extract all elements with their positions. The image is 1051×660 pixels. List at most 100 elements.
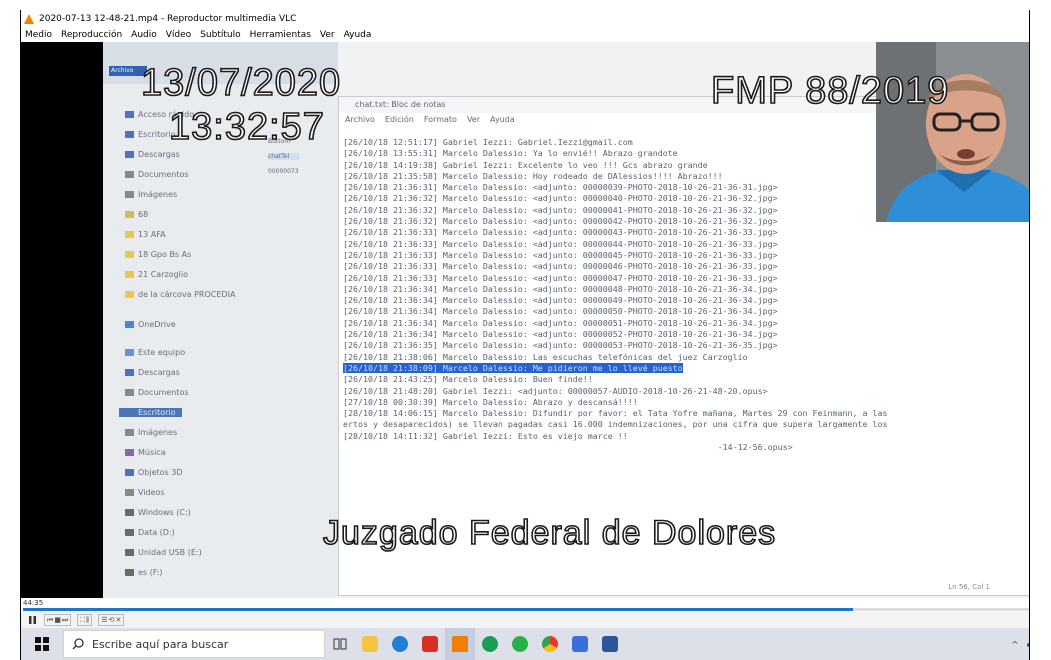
chat-row: [26/10/18 21:36:33] Marcelo Dalessio: <a… (343, 261, 1029, 272)
explorer-nav-label: de la cárcova PROCEDIA (138, 290, 236, 299)
taskbar-word[interactable] (595, 628, 625, 660)
chat-row: [26/10/18 21:36:34] Marcelo Dalessio: <a… (343, 295, 1029, 306)
elapsed-time: 44:35 (23, 599, 44, 607)
np-menu-formato: Formato (423, 115, 457, 124)
chat-row: [26/10/18 21:36:34] Marcelo Dalessio: <a… (343, 306, 1029, 317)
folder-icon (125, 321, 134, 328)
menu-audio[interactable]: Audio (131, 30, 157, 40)
explorer-nav-item: Documentos (125, 170, 189, 179)
overlay-time: 13:32:57 (168, 105, 325, 149)
pause-button[interactable] (27, 614, 38, 626)
task-view-button[interactable] (325, 628, 355, 660)
chat-line: [28/10/18 14:06:15] Marcelo Dalessio: Di… (343, 408, 888, 419)
chat-line: [26/10/18 21:36:32] Marcelo Dalessio: <a… (343, 216, 778, 227)
taskbar-vlc[interactable] (445, 628, 475, 660)
explorer-nav-label: 21 Carzoglio (138, 270, 189, 279)
blue-app-icon (572, 636, 588, 652)
menu-medio[interactable]: Medio (25, 30, 52, 40)
battery-icon[interactable]: ▬ (1026, 640, 1029, 649)
taskbar-edge[interactable] (385, 628, 415, 660)
fullscreen-button[interactable]: ⛶ (80, 616, 85, 625)
explorer-nav-label: Videos (138, 488, 165, 497)
explorer-nav-label: Objetos 3D (138, 468, 183, 477)
search-icon (72, 638, 84, 650)
chat-line: [26/10/18 21:36:34] Marcelo Dalessio: <a… (343, 306, 778, 317)
explorer-nav-label: Descargas (138, 150, 180, 159)
explorer-nav-item: 13 AFA (125, 230, 166, 239)
explorer-nav-label: 13 AFA (138, 230, 166, 239)
folder-icon (125, 469, 134, 476)
vlc-window: 2020-07-13 12-48-21.mp4 - Reproductor mu… (20, 10, 1030, 660)
chat-row: [28/10/18 14:06:15] Marcelo Dalessio: Di… (343, 408, 1029, 419)
menu-subtitulo[interactable]: Subtítulo (200, 30, 240, 40)
chat-line: [26/10/18 21:43:25] Marcelo Dalessio: Bu… (343, 374, 593, 385)
chat-line: [26/10/18 12:51:17] Gabriel Iezzi: Gabri… (343, 137, 633, 147)
video-area[interactable]: Archivo Acceso rápido Escritorio Descargas… (21, 42, 1029, 598)
chat-row: [27/10/18 00:30:39] Marcelo Dalessio: Ab… (343, 396, 1029, 408)
view-group: ⛶ ⫼ (77, 614, 93, 626)
chat-line: [26/10/18 21:36:33] Marcelo Dalessio: <a… (343, 272, 778, 283)
chat-row: -14-12-56.opus> (343, 442, 1029, 453)
chat-line: [28/10/18 14:11:32] Gabriel Iezzi: Esto … (343, 430, 628, 441)
next-button[interactable]: ⏭ (62, 616, 68, 625)
chat-line: [26/10/18 21:36:34] Marcelo Dalessio: <a… (343, 317, 778, 328)
taskbar-chrome[interactable] (535, 628, 565, 660)
taskbar-acrobat[interactable] (415, 628, 445, 660)
start-button[interactable] (21, 628, 63, 660)
extended-settings-button[interactable]: ⫼ (86, 616, 89, 625)
explorer-nav-item: Escritorio (119, 408, 182, 417)
taskbar-whatsapp[interactable] (505, 628, 535, 660)
menu-ayuda[interactable]: Ayuda (344, 30, 372, 40)
taskbar-file-explorer[interactable] (355, 628, 385, 660)
menu-herramientas[interactable]: Herramientas (250, 30, 311, 40)
folder-icon (125, 271, 134, 278)
explorer-nav-label: Unidad USB (E:) (138, 548, 202, 557)
chevron-up-icon[interactable]: ^ (1012, 640, 1019, 649)
seek-bar[interactable]: 44:35 (21, 598, 1029, 612)
chat-line: [26/10/18 21:36:34] Marcelo Dalessio: <a… (343, 329, 778, 340)
explorer-nav-item: 21 Carzoglio (125, 270, 188, 279)
menu-ver[interactable]: Ver (320, 30, 335, 40)
chat-line: [26/10/18 21:48:20] Gabriel Iezzi: <adju… (343, 385, 768, 396)
taskbar-search[interactable]: Escribe aquí para buscar (63, 630, 325, 658)
chat-line: ertos y desaparecidos) se llevan pagadas… (343, 419, 888, 430)
folder-icon (125, 349, 134, 356)
folder-icon (125, 251, 134, 258)
menu-reproduccion[interactable]: Reproducción (61, 30, 122, 40)
folder-icon (125, 291, 134, 298)
chat-row: [26/10/18 21:38:09] Marcelo Dalessio: Me… (343, 362, 1029, 374)
chat-row: [26/10/18 21:36:33] Marcelo Dalessio: <a… (343, 227, 1029, 238)
taskbar-app-green[interactable] (475, 628, 505, 660)
loop-button[interactable]: ⟲ (109, 616, 115, 624)
taskbar-app-blue[interactable] (565, 628, 595, 660)
explorer-nav-item: Windows (C:) (125, 508, 191, 517)
previous-button[interactable]: ⏮ (47, 616, 53, 625)
chat-line: [26/10/18 21:36:32] Marcelo Dalessio: <a… (343, 204, 778, 215)
explorer-nav-label: Música (138, 448, 166, 457)
system-tray: ^ ▬ E (1012, 628, 1029, 660)
explorer-nav-item: de la cárcova PROCEDIA (125, 290, 235, 299)
pdf-icon (422, 636, 438, 652)
folder-icon (125, 529, 134, 536)
explorer-nav-item: OneDrive (125, 320, 176, 329)
chat-line: [27/10/18 00:30:39] Marcelo Dalessio: Ab… (343, 396, 638, 407)
np-menu-ver: Ver (466, 115, 481, 124)
chat-row: [26/10/18 21:36:35] Marcelo Dalessio: <a… (343, 340, 1029, 351)
chat-row: [26/10/18 21:36:33] Marcelo Dalessio: <a… (343, 272, 1029, 284)
playback-nav-group: ⏮ ■ ⏭ (44, 614, 72, 626)
menu-video[interactable]: Vídeo (166, 30, 191, 40)
np-menu-ayuda: Ayuda (490, 115, 515, 124)
edge-icon (392, 636, 408, 652)
shuffle-button[interactable]: ✕ (116, 616, 122, 624)
playback-controls: ⏮ ■ ⏭ ⛶ ⫼ ☰ ⟲ ✕ (21, 612, 1029, 628)
person-webcam-image (876, 42, 1029, 222)
stop-button[interactable]: ■ (54, 616, 61, 624)
seek-track[interactable] (23, 608, 1029, 611)
chat-line: [26/10/18 21:36:33] Marcelo Dalessio: <a… (343, 261, 778, 272)
folder-icon (362, 636, 378, 652)
explorer-nav-label: Este equipo (138, 348, 186, 357)
vlc-cone-icon (24, 14, 34, 24)
playlist-button[interactable]: ☰ (101, 616, 107, 624)
chat-row: [26/10/18 21:36:33] Marcelo Dalessio: <a… (343, 250, 1029, 261)
folder-icon (125, 131, 134, 138)
